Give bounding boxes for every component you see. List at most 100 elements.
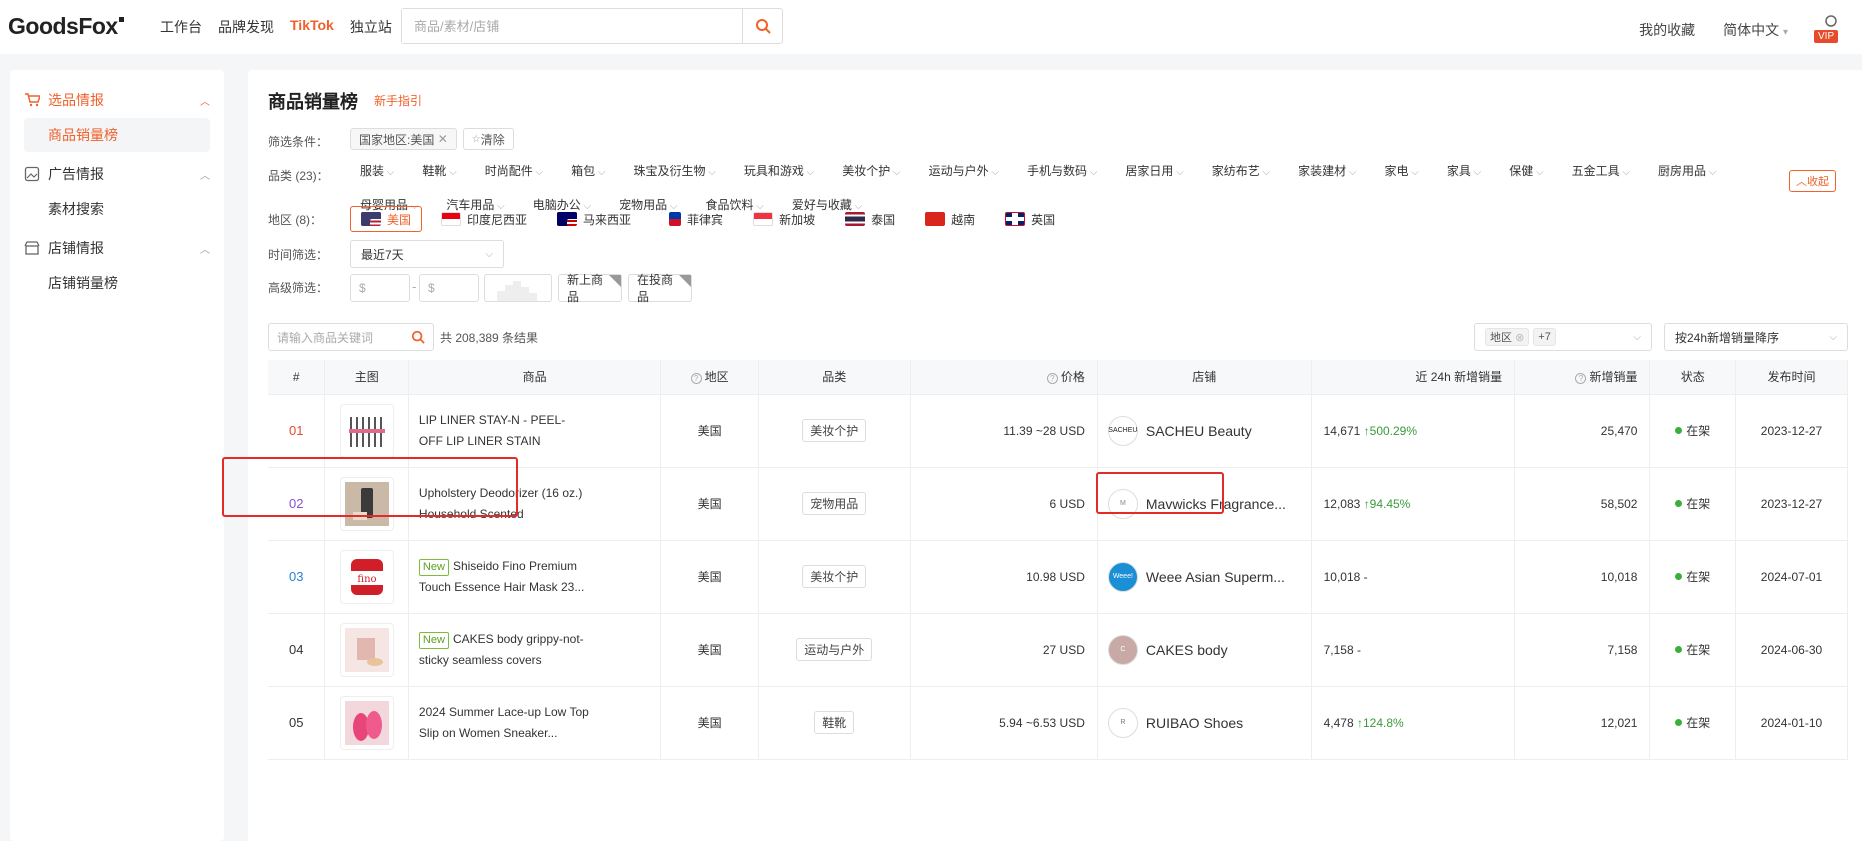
region-list: 美国 印度尼西亚 马来西亚 菲律宾 新加坡 泰国 越南 英国 bbox=[350, 206, 1066, 232]
product-image[interactable]: fino bbox=[339, 549, 394, 604]
new-badge: New bbox=[418, 558, 449, 576]
category-item[interactable]: 家电 bbox=[1385, 154, 1419, 188]
region-cell: 美国 bbox=[660, 613, 759, 687]
shop-cell[interactable]: Weee! Weee Asian Superm... bbox=[1098, 561, 1311, 592]
sidebar-item-material-search[interactable]: 素材搜索 bbox=[24, 192, 210, 226]
clear-button[interactable]: ☆ 清除 bbox=[462, 128, 514, 150]
nav-workbench[interactable]: 工作台 bbox=[160, 17, 202, 37]
col-status: 状态 bbox=[1649, 360, 1736, 395]
sort-select[interactable]: 按24h新增销量降序 ⌵ bbox=[1664, 323, 1848, 351]
category-item[interactable]: 鞋靴 bbox=[422, 154, 456, 188]
region-malaysia[interactable]: 马来西亚 bbox=[546, 206, 642, 232]
growth-rate: 500.29% bbox=[1369, 423, 1418, 438]
product-name[interactable]: LIP LINER STAY-N - PEEL-OFF LIP LINER ST… bbox=[419, 410, 589, 452]
col-region[interactable]: ? 地区 bbox=[660, 360, 759, 395]
help-icon[interactable]: ? bbox=[690, 373, 702, 385]
category-item[interactable]: 家具 bbox=[1447, 154, 1481, 188]
logo[interactable]: GoodsFox bbox=[8, 13, 124, 40]
category-label: 品类 (23)： bbox=[268, 169, 329, 183]
category-item[interactable]: 家纺布艺 bbox=[1212, 154, 1270, 188]
region-cell: 美国 bbox=[660, 686, 759, 760]
time-select[interactable]: 最近7天 ⌵ bbox=[350, 240, 504, 268]
search-input[interactable] bbox=[402, 9, 742, 43]
favorites-link[interactable]: 我的收藏 bbox=[1639, 20, 1695, 40]
status-dot-icon bbox=[1675, 427, 1683, 434]
product-image[interactable] bbox=[339, 695, 394, 750]
product-image[interactable] bbox=[339, 403, 394, 458]
collapse-button[interactable]: ︿收起 bbox=[1789, 170, 1836, 192]
category-item[interactable]: 玩具和游戏 bbox=[744, 154, 814, 188]
nav-independent-site[interactable]: 独立站 bbox=[350, 17, 392, 37]
category-item[interactable]: 珠宝及衍生物 bbox=[634, 154, 716, 188]
language-select[interactable]: 简体中文 ▾ bbox=[1723, 20, 1788, 40]
table-row[interactable]: 05 2024 Summer Lace-up Low Top Slip on W… bbox=[268, 686, 1849, 760]
table-row[interactable]: 03 fino New Shiseido Fino Premium Touch E… bbox=[268, 540, 1849, 614]
search-icon[interactable] bbox=[411, 330, 425, 344]
category-item[interactable]: 家装建材 bbox=[1298, 154, 1356, 188]
shop-cell[interactable]: R RUIBAO Shoes bbox=[1098, 707, 1311, 738]
sidebar-group-shop-intel[interactable]: 店铺情报 ︿ bbox=[24, 230, 210, 266]
shop-name[interactable]: CAKES body bbox=[1146, 642, 1228, 658]
shop-cell[interactable]: C CAKES body bbox=[1098, 634, 1311, 665]
keyword-search[interactable]: 请输入商品关键词 bbox=[268, 323, 434, 351]
nav-tiktok[interactable]: TikTok bbox=[290, 17, 334, 37]
beginner-guide-link[interactable]: 新手指引 bbox=[374, 92, 422, 109]
shop-name[interactable]: SACHEU Beauty bbox=[1146, 423, 1252, 439]
category-item[interactable]: 时尚配件 bbox=[485, 154, 543, 188]
ad-products-toggle[interactable]: 在投商品 bbox=[628, 273, 692, 304]
region-filter-select[interactable]: 地区 ⊗ +7 ⌵ bbox=[1474, 323, 1652, 351]
region-us[interactable]: 美国 bbox=[350, 206, 423, 232]
product-name[interactable]: 2024 Summer Lace-up Low Top Slip on Wome… bbox=[419, 702, 589, 744]
category-item[interactable]: 五金工具 bbox=[1572, 154, 1630, 188]
sales-range-histogram[interactable] bbox=[484, 274, 552, 302]
col-published[interactable]: 发布时间 bbox=[1735, 360, 1849, 395]
region-vietnam[interactable]: 越南 bbox=[914, 206, 986, 232]
price-max-input[interactable]: $ bbox=[419, 274, 479, 302]
category-item[interactable]: 服装 bbox=[360, 154, 394, 188]
col-sales-24h[interactable]: 近 24h 新增销量 bbox=[1311, 360, 1516, 395]
user-avatar[interactable]: VIP bbox=[1814, 15, 1839, 43]
nav-brand-discovery[interactable]: 品牌发现 bbox=[218, 17, 274, 37]
sidebar-group-product-intel[interactable]: 选品情报 ︿ bbox=[24, 82, 210, 118]
rank: 03 bbox=[289, 569, 304, 584]
help-icon[interactable]: ? bbox=[1575, 373, 1587, 385]
vip-badge: VIP bbox=[1814, 30, 1839, 43]
region-indonesia[interactable]: 印度尼西亚 bbox=[430, 206, 538, 232]
shop-logo: SACHEU bbox=[1107, 415, 1138, 446]
close-icon[interactable]: ✕ bbox=[438, 132, 448, 146]
category-item[interactable]: 手机与数码 bbox=[1027, 154, 1097, 188]
region-thailand[interactable]: 泰国 bbox=[834, 206, 906, 232]
help-icon[interactable]: ? bbox=[1046, 373, 1058, 385]
col-new-sales[interactable]: ? 新增销量 bbox=[1514, 360, 1651, 395]
table-row[interactable]: 04 New CAKES body grippy-not-sticky seaml… bbox=[268, 613, 1849, 687]
sidebar-item-product-sales-rank[interactable]: 商品销量榜 bbox=[24, 118, 210, 152]
price-min-input[interactable]: $ bbox=[350, 274, 410, 302]
close-icon[interactable]: ⊗ bbox=[1515, 331, 1524, 344]
condition-chip[interactable]: 国家地区:美国 ✕ bbox=[350, 128, 457, 150]
category-item[interactable]: 美妆个护 bbox=[842, 154, 900, 188]
col-price[interactable]: ? 价格 bbox=[910, 360, 1098, 395]
range-dash: - bbox=[412, 279, 417, 294]
region-uk[interactable]: 英国 bbox=[994, 206, 1066, 232]
status-dot-icon bbox=[1675, 500, 1683, 507]
new-sales-cell: 7,158 bbox=[1514, 613, 1651, 687]
category-item[interactable]: 运动与户外 bbox=[929, 154, 999, 188]
product-name[interactable]: New CAKES body grippy-not-sticky seamless… bbox=[418, 629, 589, 671]
product-image[interactable] bbox=[339, 622, 394, 677]
shop-name[interactable]: RUIBAO Shoes bbox=[1146, 715, 1243, 731]
shop-cell[interactable]: SACHEU SACHEU Beauty bbox=[1098, 415, 1311, 446]
category-item[interactable]: 厨房用品 bbox=[1658, 154, 1716, 188]
new-sales-cell: 10,018 bbox=[1514, 540, 1651, 614]
shop-name[interactable]: Weee Asian Superm... bbox=[1146, 569, 1285, 585]
category-item[interactable]: 居家日用 bbox=[1125, 154, 1183, 188]
new-products-toggle[interactable]: 新上商品 bbox=[558, 273, 622, 304]
region-singapore[interactable]: 新加坡 bbox=[742, 206, 826, 232]
search-button[interactable] bbox=[742, 9, 782, 43]
advanced-label: 高级筛选： bbox=[268, 281, 329, 295]
category-item[interactable]: 保健 bbox=[1509, 154, 1543, 188]
sidebar-group-ad-intel[interactable]: 广告情报 ︿ bbox=[24, 156, 210, 192]
category-item[interactable]: 箱包 bbox=[571, 154, 605, 188]
sidebar-item-shop-sales-rank[interactable]: 店铺销量榜 bbox=[24, 266, 210, 300]
region-philippines[interactable]: 菲律宾 bbox=[650, 206, 734, 232]
product-name[interactable]: New Shiseido Fino Premium Touch Essence H… bbox=[418, 556, 589, 598]
